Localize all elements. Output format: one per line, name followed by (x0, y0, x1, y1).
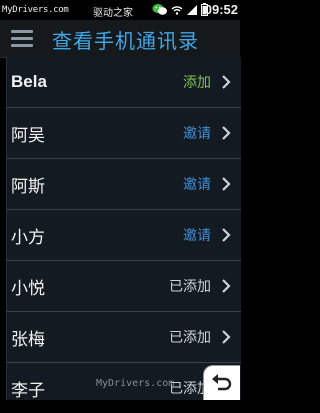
contact-name: 小方 (11, 227, 45, 248)
contact-row[interactable]: 阿吴 邀请 (7, 108, 241, 159)
contact-row[interactable]: Bela 添加 (7, 57, 241, 108)
chevron-right-icon (222, 75, 231, 89)
status-icons (152, 3, 208, 16)
contact-name: 阿斯 (11, 176, 45, 197)
contact-row[interactable]: 小悦 已添加 (7, 261, 241, 312)
invite-button[interactable]: 邀请 (183, 225, 211, 245)
chevron-right-icon (222, 330, 231, 344)
invite-button[interactable]: 邀请 (183, 123, 211, 143)
added-status: 已添加 (169, 330, 211, 346)
contact-list: Bela 添加 阿吴 邀请 阿斯 邀请 小方 邀请 小悦 已添加 张梅 已添加 … (6, 57, 241, 401)
chevron-right-icon (222, 228, 231, 242)
app-header: 查看手机通讯录 (0, 20, 240, 58)
menu-icon[interactable] (11, 30, 33, 48)
contact-name: 小悦 (11, 278, 45, 299)
watermark: MyDrivers.com (96, 378, 175, 389)
add-button[interactable]: 添加 (183, 72, 211, 92)
wechat-icon (152, 4, 167, 15)
back-arrow-icon (212, 374, 232, 391)
back-button[interactable] (203, 365, 240, 400)
chevron-right-icon (222, 279, 231, 293)
status-bar: MyDrivers.com 驱动之家 09:52 (0, 0, 240, 20)
contact-name: Bela (11, 72, 47, 91)
chevron-right-icon (222, 126, 231, 140)
signal-icon (187, 4, 197, 15)
status-time: 09:52 (204, 2, 238, 17)
contact-name: 张梅 (11, 329, 45, 350)
page-title: 查看手机通讯录 (52, 29, 199, 53)
contact-name: 阿吴 (11, 125, 45, 146)
chevron-right-icon (222, 177, 231, 191)
contact-row[interactable]: 张梅 已添加 (7, 312, 241, 363)
contact-row[interactable]: 阿斯 邀请 (7, 159, 241, 210)
contact-name: 李子 (11, 380, 45, 401)
added-status: 已添加 (169, 279, 211, 295)
status-brand: MyDrivers.com (2, 5, 69, 15)
status-brand-cn: 驱动之家 (93, 8, 133, 19)
invite-button[interactable]: 邀请 (183, 174, 211, 194)
contact-row[interactable]: 小方 邀请 (7, 210, 241, 261)
wifi-icon (171, 5, 183, 15)
